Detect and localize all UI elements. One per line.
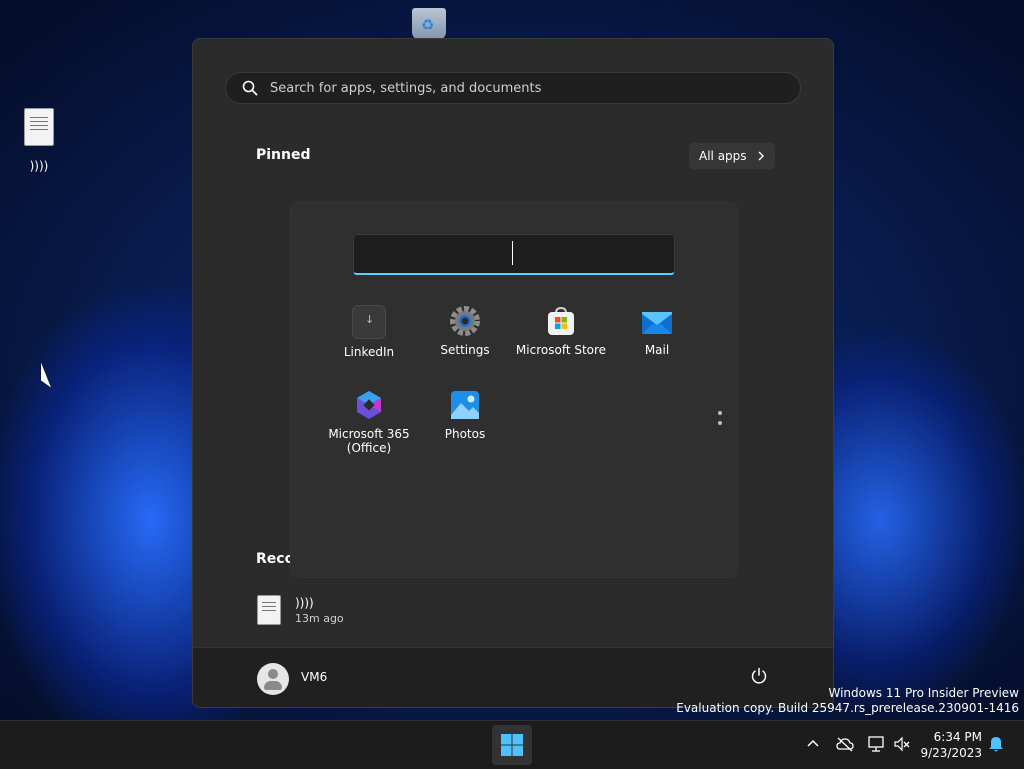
- all-apps-button[interactable]: All apps: [689, 143, 775, 169]
- page-dot[interactable]: [718, 421, 722, 425]
- store-bag-icon: [548, 306, 574, 335]
- start-search-bar[interactable]: [225, 72, 801, 104]
- power-icon[interactable]: [749, 666, 769, 686]
- document-icon: [24, 108, 54, 146]
- recycle-bin-icon[interactable]: ♻: [412, 8, 446, 40]
- app-label-line: Microsoft 365 (Office): [321, 427, 417, 455]
- clock-date: 9/23/2023: [920, 746, 982, 760]
- recent-item-time: 13m ago: [295, 611, 344, 625]
- chevron-up-icon[interactable]: [806, 738, 820, 748]
- app-tile-settings[interactable]: Settings: [417, 305, 513, 357]
- watermark-line1: Windows 11 Pro Insider Preview: [828, 686, 1019, 700]
- taskbar-clock[interactable]: 6:34 PM 9/23/2023: [918, 729, 982, 761]
- clock-time: 6:34 PM: [933, 730, 982, 744]
- all-apps-label: All apps: [699, 149, 747, 163]
- photos-icon: [451, 391, 479, 419]
- start-button[interactable]: [492, 725, 532, 765]
- taskbar: 6:34 PM 9/23/2023: [0, 720, 1024, 769]
- recent-item-name: )))): [295, 595, 314, 610]
- document-icon: [257, 595, 281, 625]
- mouse-cursor-icon: [41, 362, 51, 388]
- folder-name-input[interactable]: [353, 234, 675, 275]
- app-tile-photos[interactable]: Photos: [417, 389, 513, 441]
- volume-muted-icon[interactable]: [894, 736, 910, 752]
- app-tile-microsoft-store[interactable]: Microsoft Store: [513, 305, 609, 357]
- pinned-folder-panel: ↓ LinkedIn Settings Microsoft Store Mail…: [290, 202, 738, 578]
- app-tile-linkedin[interactable]: ↓ LinkedIn: [321, 305, 417, 359]
- page-dot[interactable]: [718, 411, 722, 415]
- onedrive-offline-icon[interactable]: [836, 736, 854, 752]
- network-icon[interactable]: [867, 735, 885, 753]
- windows-logo-icon: [501, 734, 523, 756]
- user-name[interactable]: VM6: [301, 670, 327, 684]
- app-label: Settings: [440, 343, 490, 357]
- app-label-line: Microsoft 365: [328, 427, 410, 441]
- watermark-line2: Evaluation copy. Build 25947.rs_prerelea…: [676, 701, 1019, 715]
- search-input[interactable]: [268, 79, 772, 97]
- mail-envelope-icon: [642, 312, 672, 334]
- chevron-right-icon: [758, 151, 764, 161]
- app-label: Photos: [444, 427, 486, 441]
- app-label: LinkedIn: [343, 345, 395, 359]
- desktop-file-icon[interactable]: )))): [16, 108, 62, 173]
- app-label-line: (Office): [346, 441, 392, 455]
- evaluation-watermark: Windows 11 Pro Insider Preview Evaluatio…: [676, 686, 1019, 716]
- settings-gear-icon: [450, 306, 480, 336]
- search-icon: [242, 80, 258, 96]
- recent-item[interactable]: )))) 13m ago: [257, 595, 344, 625]
- app-label: Microsoft 365 (Office): [321, 427, 417, 455]
- microsoft-365-icon: [357, 391, 381, 419]
- page-dots-indicator[interactable]: [718, 411, 722, 431]
- desktop-file-label: )))): [29, 159, 49, 173]
- app-label: Microsoft Store: [515, 343, 607, 357]
- text-caret: [512, 241, 513, 265]
- app-tile-mail[interactable]: Mail: [609, 305, 705, 357]
- notification-bell-icon[interactable]: [988, 735, 1004, 753]
- app-tile-microsoft-365[interactable]: Microsoft 365 (Office): [321, 389, 417, 455]
- recommended-heading: Reco: [256, 551, 295, 567]
- pinned-heading: Pinned: [256, 147, 311, 163]
- app-label: Mail: [644, 343, 670, 357]
- linkedin-icon: ↓: [352, 305, 386, 339]
- user-avatar-icon[interactable]: [257, 663, 289, 695]
